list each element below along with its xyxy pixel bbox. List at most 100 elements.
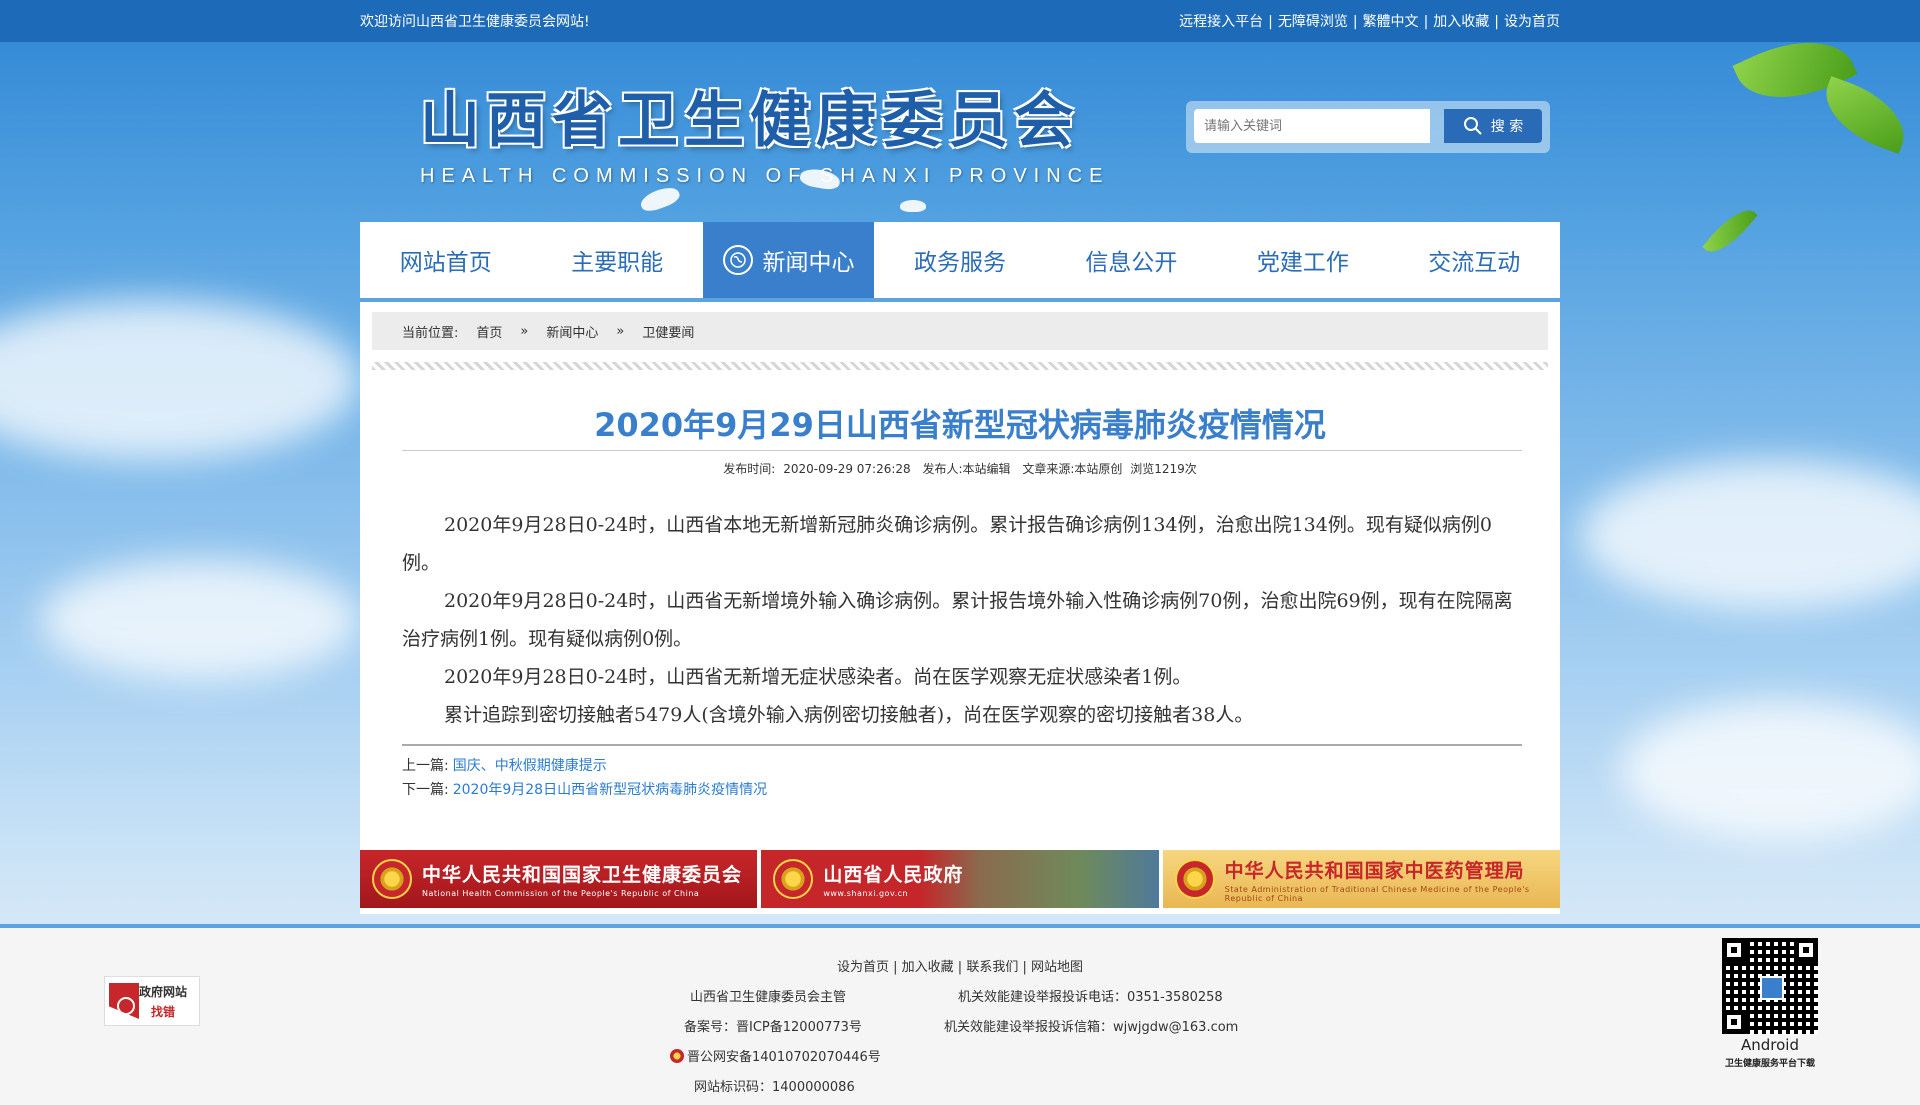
nav-item-label: 交流互动 — [1428, 250, 1521, 276]
nav-item-home[interactable]: 网站首页 — [360, 222, 531, 298]
national-emblem-icon — [372, 859, 412, 899]
nav-item-label: 新闻中心 — [762, 250, 855, 276]
footer-link-set-homepage[interactable]: 设为首页 — [837, 960, 889, 975]
main-content: 当前位置: 首页 » 新闻中心 » 卫健要闻 2020年9月29日山西省新型冠状… — [360, 302, 1560, 914]
cloud-decoration — [1580, 460, 1920, 610]
footer-police-record[interactable]: 晋公网安备14010702070446号 — [670, 1046, 881, 1065]
footer-complaint-phone: 机关效能建设举报投诉电话：0351-3580258 — [958, 990, 1223, 1005]
footer-links: 设为首页 | 加入收藏 | 联系我们 | 网站地图 — [836, 960, 1084, 975]
breadcrumb: 当前位置: 首页 » 新闻中心 » 卫健要闻 — [372, 312, 1548, 350]
cloud-decoration — [0, 300, 360, 460]
nav-item-party-building[interactable]: 党建工作 — [1217, 222, 1388, 298]
search-box: 搜 索 — [1186, 101, 1550, 153]
link-add-favorite[interactable]: 加入收藏 — [1433, 14, 1489, 30]
link-traditional-chinese[interactable]: 繁體中文 — [1363, 14, 1419, 30]
national-emblem-icon — [773, 859, 814, 899]
police-record-text: 晋公网安备14010702070446号 — [687, 1050, 881, 1065]
nav-item-news-center[interactable]: 新闻中心 — [702, 222, 875, 298]
gov-site-error-badge[interactable]: 政府网站 找错 — [104, 976, 200, 1026]
breadcrumb-separator: » — [520, 323, 529, 339]
cloud-decoration — [40, 560, 360, 680]
nav-item-label: 党建工作 — [1256, 250, 1349, 276]
leaf-decoration — [1814, 76, 1916, 154]
banner-subtitle: www.shanxi.gov.cn — [823, 889, 909, 898]
prev-next-nav: 上一篇: 国庆、中秋假期健康提示 下一篇: 2020年9月28日山西省新型冠状病毒肺… — [402, 754, 767, 802]
police-badge-icon — [670, 1049, 684, 1063]
cloud-decoration — [1620, 700, 1920, 840]
publish-time: 2020-09-29 07:26:28 — [783, 462, 911, 476]
article-paragraph: 2020年9月28日0-24时，山西省无新增无症状感染者。尚在医学观察无症状感染… — [444, 666, 1192, 688]
partner-banners: 中华人民共和国国家卫生健康委员会 National Health Commiss… — [360, 850, 1560, 908]
site-logo[interactable]: 山西省卫生健康委员会 HEALTH COMMISSION OF SHANXI P… — [420, 72, 1109, 188]
footer-sponsor: 山西省卫生健康委员会主管 — [690, 990, 847, 1005]
national-emblem-icon — [1174, 859, 1215, 899]
top-bar: 欢迎访问山西省卫生健康委员会网站! 远程接入平台 | 无障碍浏览 | 繁體中文 | 加入收藏… — [0, 0, 1920, 42]
qr-title: Android — [1741, 1036, 1799, 1054]
article-paragraph: 2020年9月28日0-24时，山西省无新增境外输入确诊病例。累计报告境外输入性… — [402, 590, 1513, 650]
article-meta: 发布时间: 2020-09-29 07:26:28 发布人:本站编辑 文章来源:本… — [360, 460, 1560, 477]
magnifier-badge-icon — [109, 983, 139, 1019]
leaf-decoration — [1702, 200, 1758, 262]
nav-item-label: 信息公开 — [1085, 250, 1178, 276]
dove-decoration — [900, 200, 926, 212]
search-button[interactable]: 搜 索 — [1444, 109, 1542, 143]
welcome-text: 欢迎访问山西省卫生健康委员会网站! — [360, 14, 590, 30]
footer-link-add-favorite[interactable]: 加入收藏 — [902, 960, 954, 975]
badge-top-text: 政府网站 — [139, 985, 188, 999]
footer-link-contact[interactable]: 联系我们 — [966, 960, 1018, 975]
top-links: 远程接入平台 | 无障碍浏览 | 繁體中文 | 加入收藏 | 设为首页 — [1179, 14, 1560, 30]
nav-item-information-disclosure[interactable]: 信息公开 — [1046, 222, 1217, 298]
publisher: 发布人:本站编辑 — [922, 462, 1011, 476]
banner-shanxi-government[interactable]: 山西省人民政府 www.shanxi.gov.cn — [761, 850, 1159, 908]
banner-title: 中华人民共和国国家中医药管理局 — [1224, 859, 1525, 882]
nav-item-interaction[interactable]: 交流互动 — [1389, 222, 1560, 298]
banner-subtitle: State Administration of Traditional Chin… — [1224, 884, 1530, 903]
breadcrumb-health-news[interactable]: 卫健要闻 — [642, 322, 694, 341]
breadcrumb-news-center[interactable]: 新闻中心 — [546, 322, 598, 341]
banner-nhc[interactable]: 中华人民共和国国家卫生健康委员会 National Health Commiss… — [360, 850, 758, 908]
banner-title: 山西省人民政府 — [823, 864, 964, 886]
prev-label: 上一篇: — [402, 758, 449, 774]
article-source: 文章来源:本站原创 — [1022, 462, 1123, 476]
nav-item-label: 网站首页 — [399, 250, 492, 276]
breadcrumb-home[interactable]: 首页 — [476, 322, 502, 341]
dove-decoration — [638, 183, 682, 215]
dotted-divider — [372, 362, 1548, 370]
search-icon — [1463, 117, 1482, 135]
footer-complaint-email: 机关效能建设举报投诉信箱：wjwjgdw@163.com — [944, 1020, 1239, 1035]
breadcrumb-separator: » — [616, 323, 625, 339]
article-title: 2020年9月29日山西省新型冠状病毒肺炎疫情情况 — [594, 406, 1326, 444]
article-divider — [402, 744, 1522, 746]
article-paragraph: 2020年9月28日0-24时，山西省本地无新增新冠肺炎确诊病例。累计报告确诊病… — [402, 514, 1492, 574]
link-set-homepage[interactable]: 设为首页 — [1504, 14, 1560, 30]
qr-code-icon — [1722, 938, 1818, 1034]
next-label: 下一篇: — [402, 782, 449, 798]
qr-caption: 卫生健康服务平台下载 — [1724, 1059, 1815, 1069]
link-accessibility[interactable]: 无障碍浏览 — [1278, 14, 1348, 30]
nav-item-label: 主要职能 — [571, 250, 664, 276]
nav-item-government-services[interactable]: 政务服务 — [874, 222, 1045, 298]
article-body: 2020年9月28日0-24时，山西省本地无新增新冠肺炎确诊病例。累计报告确诊病… — [402, 506, 1522, 734]
search-input[interactable] — [1194, 109, 1430, 143]
logo-cn: 山西省卫生健康委员会 — [420, 86, 1080, 156]
footer: 政府网站 找错 设为首页 | 加入收藏 | 联系我们 | 网站地图 山西省卫生健… — [0, 924, 1920, 1105]
view-count: 浏览1219次 — [1130, 462, 1197, 476]
footer-site-code: 网站标识码：1400000086 — [694, 1080, 855, 1095]
article-paragraph: 累计追踪到密切接触者5479人(含境外输入病例密切接触者)，尚在医学观察的密切接… — [444, 704, 1254, 726]
logo-en: HEALTH COMMISSION OF SHANXI PROVINCE — [420, 165, 1110, 187]
banner-tcm-administration[interactable]: 中华人民共和国国家中医药管理局 State Administration of … — [1162, 850, 1560, 908]
prev-article-link[interactable]: 国庆、中秋假期健康提示 — [453, 758, 607, 774]
banner-subtitle: National Health Commission of the People… — [422, 889, 700, 898]
globe-icon — [722, 245, 753, 275]
publish-time-label: 发布时间: — [723, 462, 776, 476]
breadcrumb-label: 当前位置: — [402, 325, 459, 341]
main-nav: 网站首页 主要职能 新闻中心 政务服务 信息公开 党建工作 交流互动 — [360, 222, 1560, 302]
footer-icp[interactable]: 备案号：晋ICP备12000773号 — [684, 1016, 862, 1035]
banner-title: 中华人民共和国国家卫生健康委员会 — [422, 864, 743, 886]
search-button-label: 搜 索 — [1490, 119, 1524, 135]
title-divider — [402, 450, 1522, 451]
next-article-link[interactable]: 2020年9月28日山西省新型冠状病毒肺炎疫情情况 — [453, 782, 767, 798]
footer-link-sitemap[interactable]: 网站地图 — [1031, 960, 1083, 975]
nav-item-functions[interactable]: 主要职能 — [531, 222, 702, 298]
link-remote-access[interactable]: 远程接入平台 — [1179, 14, 1263, 30]
